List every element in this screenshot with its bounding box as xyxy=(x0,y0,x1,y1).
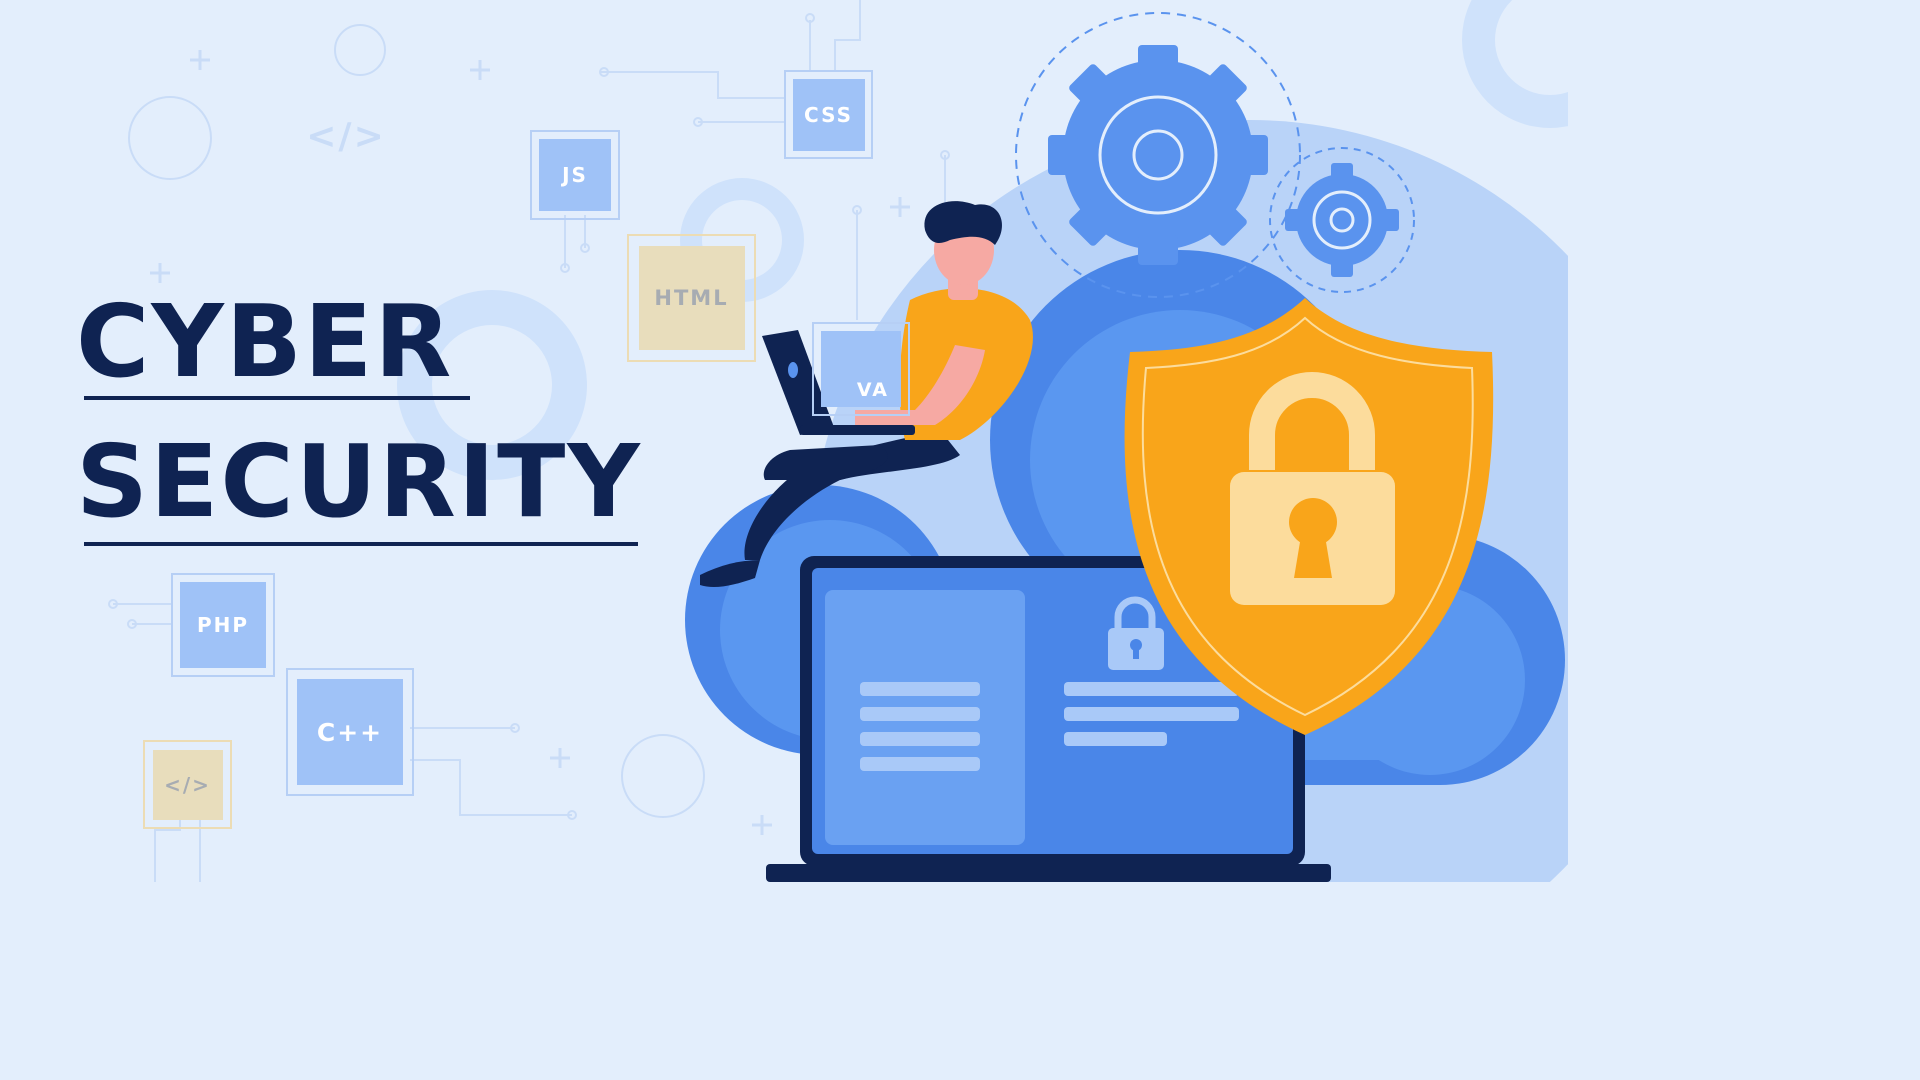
title-line-2: SECURITY xyxy=(76,423,642,540)
html-tag: HTML xyxy=(627,234,756,362)
cpp-tag: C++ xyxy=(286,668,414,796)
code-symbol-tag: </> xyxy=(143,740,232,829)
bg-code-symbol: </> xyxy=(306,115,386,157)
title-underline-1 xyxy=(84,396,470,400)
js-tag: JS xyxy=(530,130,620,220)
java-tag: VA xyxy=(812,322,910,416)
css-tag: CSS xyxy=(784,70,873,159)
php-tag: PHP xyxy=(171,573,275,677)
cyber-security-banner: CSS JS HTML VA PHP C++ </> </> CYBER SEC… xyxy=(0,0,1568,882)
title-line-1: CYBER xyxy=(76,283,454,400)
title-underline-2 xyxy=(84,542,638,546)
